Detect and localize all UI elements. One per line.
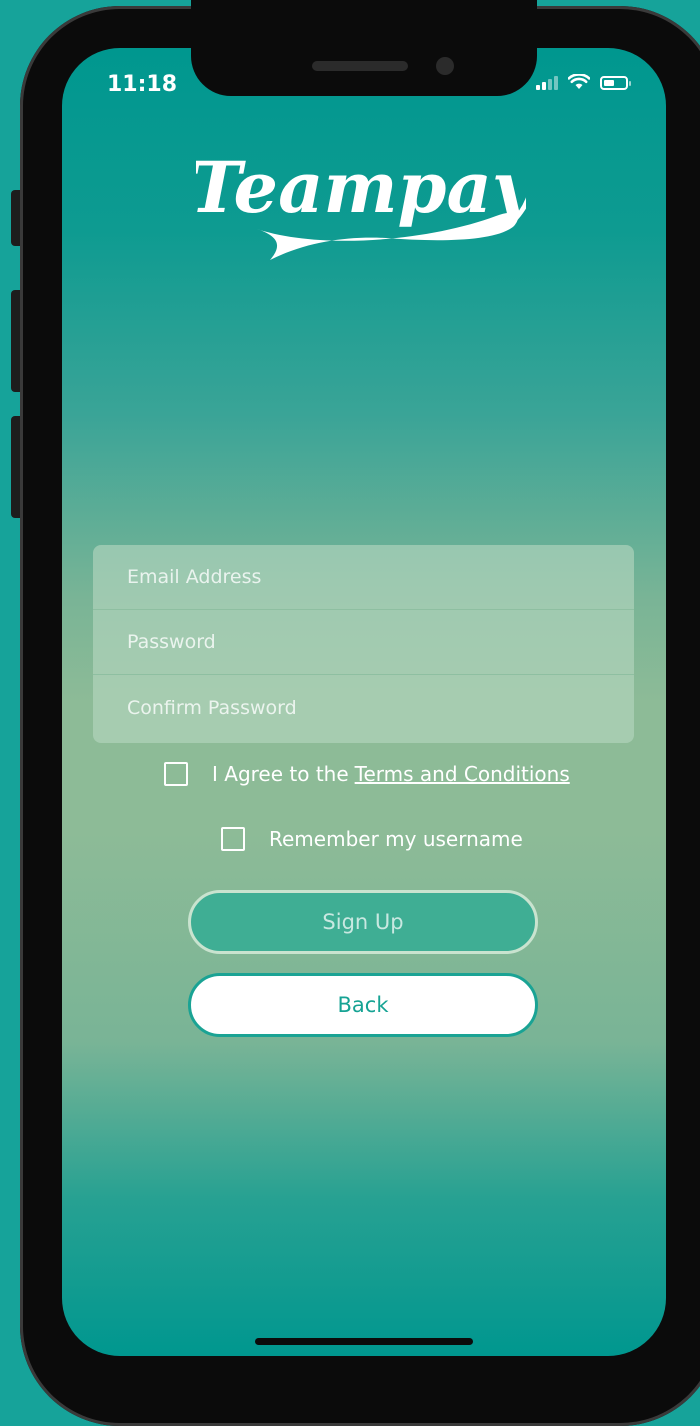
confirm-password-field-row	[93, 675, 634, 741]
status-time: 11:18	[107, 72, 178, 97]
password-field-row	[93, 610, 634, 675]
front-camera	[436, 57, 454, 75]
remember-username-label: Remember my username	[269, 827, 523, 851]
password-input[interactable]	[125, 630, 634, 654]
signup-form	[93, 545, 634, 743]
back-button[interactable]: Back	[188, 973, 538, 1037]
sign-up-button[interactable]: Sign Up	[188, 890, 538, 954]
speaker	[312, 61, 408, 71]
battery-icon	[600, 76, 631, 90]
terms-link[interactable]: Terms and Conditions	[355, 762, 570, 786]
agree-terms-row: I Agree to the Terms and Conditions	[164, 762, 570, 786]
teampay-logo: Teampay	[196, 146, 526, 260]
agree-terms-checkbox[interactable]	[164, 762, 188, 786]
notch	[191, 0, 537, 96]
svg-text:Teampay: Teampay	[196, 146, 526, 229]
signal-icon	[536, 74, 558, 90]
confirm-password-input[interactable]	[125, 696, 634, 720]
agree-terms-label: I Agree to the	[212, 762, 349, 786]
status-icons	[536, 74, 631, 90]
email-input[interactable]	[125, 565, 634, 589]
home-indicator[interactable]	[255, 1338, 473, 1345]
email-field-row	[93, 545, 634, 610]
remember-username-checkbox[interactable]	[221, 827, 245, 851]
remember-username-row: Remember my username	[221, 827, 523, 851]
wifi-icon	[568, 74, 590, 89]
